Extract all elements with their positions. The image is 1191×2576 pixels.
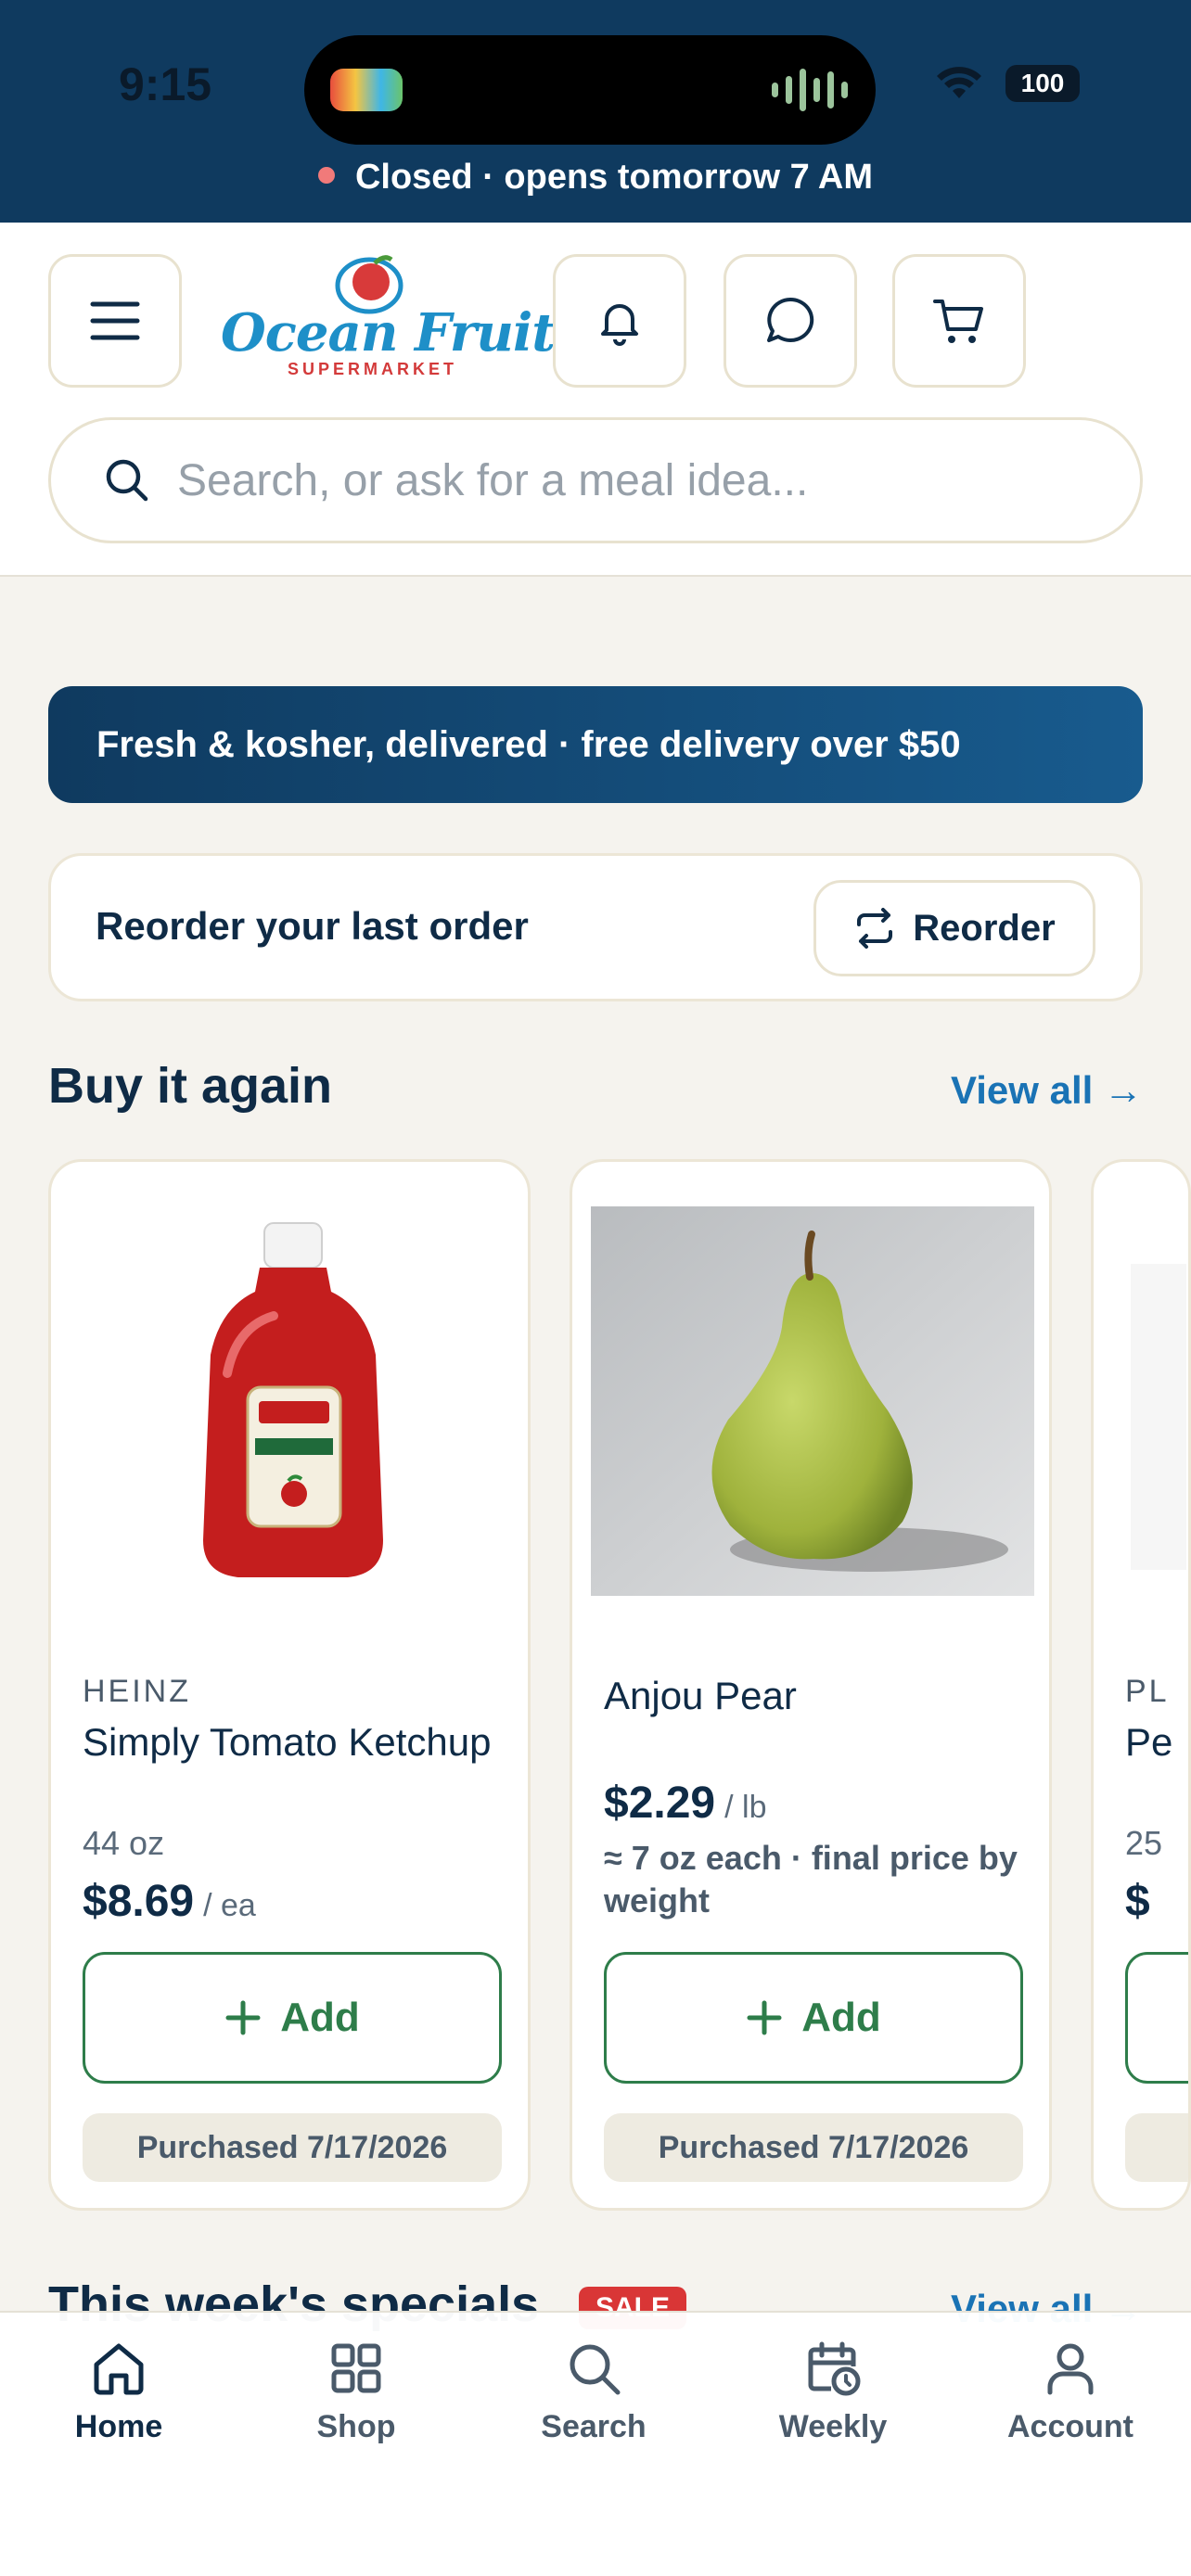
grid-icon (331, 2343, 381, 2393)
buy-again-title: Buy it again (48, 1058, 333, 1114)
tab-label: Account (1007, 2409, 1133, 2444)
product-price: $8.69/ ea (83, 1876, 256, 1927)
add-button-label: Add (801, 1995, 881, 2040)
bell-icon (601, 304, 638, 346)
audio-wave-icon (772, 65, 848, 115)
calendar-clock-icon (808, 2341, 861, 2396)
status-time: 9:15 (119, 58, 212, 110)
chat-icon (767, 297, 814, 342)
product-price: $ (1125, 1877, 1150, 1926)
user-icon (1047, 2343, 1094, 2395)
tab-label: Home (74, 2409, 163, 2444)
product-size: 25 (1125, 1824, 1163, 1862)
tab-bar: Home Shop Search Weekly Account (0, 2311, 1191, 2576)
pear-image (591, 1206, 1034, 1596)
tab-label: Search (541, 2409, 647, 2444)
reorder-label: Reorder your last order (96, 904, 529, 948)
logo-subtitle: SUPERMARKET (288, 360, 458, 378)
purchased-date-badge: Purchased 7/17/2026 (604, 2113, 1023, 2182)
store-logo[interactable]: Ocean Fruit SUPERMARKET (215, 250, 556, 389)
search-icon (570, 2344, 621, 2395)
wifi-icon (937, 67, 981, 98)
ketchup-bottle-image (203, 1222, 383, 1577)
notifications-button[interactable] (553, 254, 686, 388)
tab-weekly[interactable]: Weekly (740, 2339, 926, 2445)
product-name: Pe (1125, 1720, 1173, 1764)
buy-again-view-all-link[interactable]: View all → (951, 1068, 1143, 1113)
menu-icon (90, 301, 140, 340)
product-image (1131, 1264, 1186, 1570)
product-card[interactable]: Anjou Pear $2.29/ lb ≈ 7 oz each · final… (570, 1159, 1052, 2211)
plus-icon (225, 2000, 261, 2035)
tab-shop[interactable]: Shop (263, 2339, 449, 2445)
status-bar: 9:15 100 Closed · opens tomorrow 7 AM (0, 0, 1191, 223)
tab-label: Weekly (778, 2409, 888, 2444)
price-unit: / ea (203, 1888, 256, 1923)
reorder-button-label: Reorder (913, 907, 1056, 949)
add-to-cart-button[interactable]: Add (604, 1952, 1023, 2084)
add-button-label: Add (280, 1995, 360, 2040)
product-brand: HEINZ (83, 1674, 191, 1709)
home-icon (94, 2343, 144, 2395)
cart-icon (933, 300, 983, 343)
reorder-button[interactable]: Reorder (813, 880, 1095, 976)
product-name: Simply Tomato Ketchup (83, 1720, 492, 1764)
dynamic-island[interactable] (304, 35, 876, 145)
product-size: 44 oz (83, 1824, 165, 1862)
tab-home[interactable]: Home (26, 2339, 211, 2445)
repeat-icon (857, 908, 893, 949)
product-price: $2.29/ lb (604, 1778, 766, 1829)
product-card[interactable]: HEINZ Simply Tomato Ketchup 44 oz $8.69/… (48, 1159, 531, 2211)
purchased-date-badge: Purchased 7/17/2026 (83, 2113, 502, 2182)
price-value: $8.69 (83, 1877, 195, 1926)
status-dot (317, 166, 335, 184)
search-icon (106, 459, 148, 502)
product-name: Anjou Pear (604, 1674, 797, 1717)
reorder-card: Reorder your last order Reorder (48, 853, 1143, 1001)
battery-icon: 100 (1005, 65, 1080, 102)
tab-search[interactable]: Search (501, 2339, 686, 2445)
product-card[interactable]: PL Pe 25 $ (1091, 1159, 1191, 2211)
tab-account[interactable]: Account (978, 2339, 1163, 2445)
add-to-cart-button[interactable]: Add (83, 1952, 502, 2084)
weight-note: ≈ 7 oz each · final price by weight (604, 1839, 1018, 1919)
plus-icon (747, 2000, 782, 2035)
logo-name: Ocean Fruit (221, 302, 556, 363)
search-placeholder: Search, or ask for a meal idea... (177, 455, 809, 505)
price-value: $2.29 (604, 1779, 716, 1828)
messages-button[interactable] (724, 254, 857, 388)
app-header: Ocean Fruit SUPERMARKET Search, or ask f… (0, 223, 1191, 577)
tab-label: Shop (316, 2409, 396, 2444)
live-activity-thumbnail (330, 69, 403, 111)
promo-banner[interactable]: Fresh & kosher, delivered · free deliver… (48, 686, 1143, 803)
promo-text: Fresh & kosher, delivered · free deliver… (96, 723, 961, 765)
price-unit: / lb (724, 1790, 767, 1825)
cart-button[interactable] (892, 254, 1026, 388)
search-bar[interactable]: Search, or ask for a meal idea... (48, 417, 1143, 543)
purchased-date-badge (1125, 2113, 1188, 2182)
add-to-cart-button[interactable] (1125, 1952, 1188, 2084)
store-status-text: Closed · opens tomorrow 7 AM (354, 158, 874, 197)
store-status: Closed · opens tomorrow 7 AM (0, 158, 1191, 198)
menu-button[interactable] (48, 254, 182, 388)
product-brand: PL (1125, 1674, 1170, 1709)
